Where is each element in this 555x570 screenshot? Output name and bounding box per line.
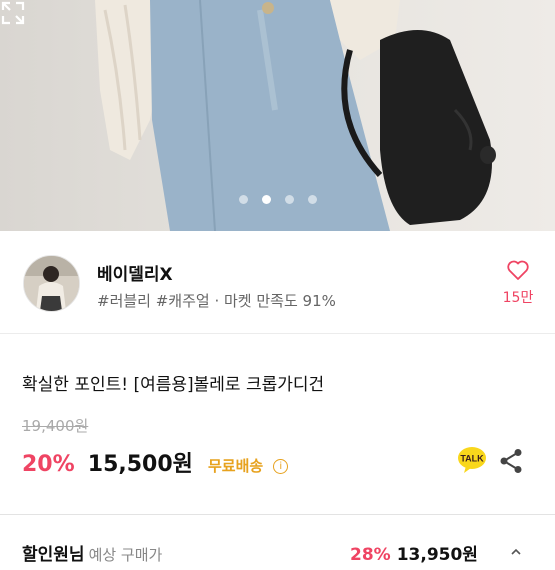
kakao-talk-button[interactable]: TALK	[457, 446, 487, 474]
share-icon	[500, 449, 522, 473]
like-count: 15만	[502, 290, 534, 306]
expected-price-row[interactable]: 할인원님 예상 구매가 28% 13,950원	[0, 540, 555, 570]
carousel-dot[interactable]	[284, 195, 294, 204]
expand-icon[interactable]	[0, 0, 26, 26]
user-greeting: 할인원님	[22, 545, 85, 565]
product-title: 확실한 포인트! [여름용]볼레로 크롭가디건	[22, 375, 325, 395]
seller-tags: #러블리 #캐주얼 · 마켓 만족도 91%	[97, 292, 336, 310]
info-icon[interactable]: i	[273, 459, 289, 474]
carousel-dots	[0, 195, 555, 205]
seller-avatar-image	[24, 256, 79, 311]
heart-outline-icon	[507, 260, 529, 280]
expected-price: 13,950원	[396, 545, 478, 565]
free-shipping-badge: 무료배송	[208, 457, 264, 475]
product-photo[interactable]	[0, 0, 555, 231]
talk-label: TALK	[460, 454, 484, 464]
original-price: 19,400원	[22, 417, 89, 435]
sale-price: 15,500원	[87, 452, 193, 477]
seller-name[interactable]: 베이델리X	[97, 260, 173, 285]
share-button[interactable]	[499, 448, 523, 474]
price-row: 20% 15,500원 무료배송 i	[22, 446, 289, 478]
expected-discount: 28%	[350, 545, 391, 565]
seller-avatar[interactable]	[23, 255, 80, 312]
like-button[interactable]: 15만	[501, 259, 535, 307]
kakao-talk-icon: TALK	[458, 447, 486, 473]
carousel-dot-active[interactable]	[261, 195, 271, 204]
seller-info[interactable]: 베이델리X #러블리 #캐주얼 · 마켓 만족도 91% 15만	[0, 231, 555, 333]
carousel-dot[interactable]	[238, 195, 248, 204]
expected-price-value: 28% 13,950원	[350, 540, 478, 565]
expected-price-label: 할인원님 예상 구매가	[22, 540, 162, 565]
carousel-dot[interactable]	[307, 195, 317, 204]
expected-price-sub: 예상 구매가	[88, 546, 163, 564]
discount-rate: 20%	[22, 452, 75, 477]
chevron-up-icon[interactable]	[510, 546, 522, 558]
divider	[0, 333, 555, 334]
divider	[0, 514, 555, 515]
